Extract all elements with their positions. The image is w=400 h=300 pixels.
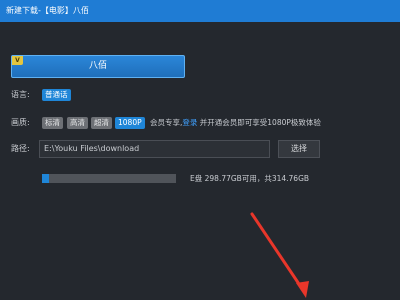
- window-title: 新建下载-【电影】八佰: [0, 0, 400, 22]
- quality-label: 画质:: [11, 118, 30, 127]
- episode-button[interactable]: V 八佰: [11, 55, 185, 78]
- quality-option-sd[interactable]: 标清: [42, 117, 63, 129]
- vip-badge-icon: V: [12, 56, 23, 65]
- episode-label: 八佰: [88, 61, 107, 71]
- login-link[interactable]: 登录: [182, 118, 197, 127]
- quality-option-hd[interactable]: 高清: [67, 117, 88, 129]
- language-label: 语言:: [11, 90, 30, 99]
- language-option-mandarin[interactable]: 普通话: [42, 89, 71, 101]
- quality-option-shd[interactable]: 超清: [91, 117, 112, 129]
- path-input[interactable]: E:\Youku Files\download: [39, 140, 270, 158]
- vip-notice-prefix: 会员专享,: [150, 118, 183, 127]
- quality-option-1080p[interactable]: 1080P: [115, 117, 145, 129]
- path-label: 路径:: [11, 144, 30, 153]
- choose-folder-button[interactable]: 选择: [278, 140, 320, 158]
- disk-space-info: E盘 298.77GB可用，共314.76GB: [190, 174, 310, 183]
- disk-usage-fill: [42, 174, 49, 183]
- vip-notice: 会员专享,登录 并开通会员即可享受1080P极致体验: [150, 117, 321, 129]
- disk-usage-bar: [42, 174, 176, 183]
- vip-notice-suffix: 并开通会员即可享受1080P极致体验: [197, 118, 321, 127]
